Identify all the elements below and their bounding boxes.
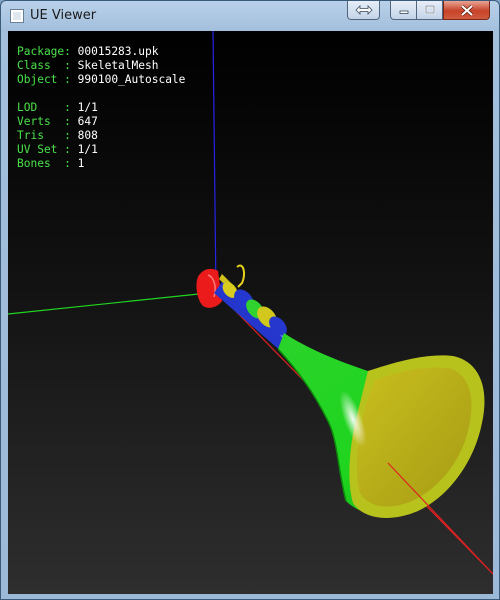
info-bones: Bones : 1 xyxy=(17,157,185,171)
resize-icon xyxy=(354,5,373,15)
app-icon xyxy=(10,9,24,23)
info-tris: Tris : 808 xyxy=(17,129,185,143)
resize-button[interactable] xyxy=(347,1,380,20)
info-bones-value: 1 xyxy=(77,157,85,170)
info-bones-label: Bones : xyxy=(17,157,71,170)
info-object: Object : 990100_Autoscale xyxy=(17,73,185,87)
info-package: Package: 00015283.upk xyxy=(17,45,185,59)
info-uvset: UV Set : 1/1 xyxy=(17,143,185,157)
mesh-info-panel: Package: 00015283.upk Class : SkeletalMe… xyxy=(17,45,185,171)
title-bar[interactable]: UE Viewer xyxy=(1,1,499,31)
info-verts-value: 647 xyxy=(77,115,98,128)
info-class: Class : SkeletalMesh xyxy=(17,59,185,73)
app-window: UE Viewer Package: 00015283.upk Class: … xyxy=(0,0,500,600)
maximize-icon xyxy=(424,5,436,15)
info-verts-label: Verts : xyxy=(17,115,71,128)
info-object-label: Object : xyxy=(17,73,71,86)
maximize-button[interactable] xyxy=(417,1,443,20)
info-verts: Verts : 647 xyxy=(17,115,185,129)
info-tris-value: 808 xyxy=(77,129,98,142)
info-lod-label: LOD : xyxy=(17,101,71,114)
info-lod-value: 1/1 xyxy=(77,101,98,114)
info-class-label: Class : xyxy=(17,59,71,72)
minimize-button[interactable] xyxy=(390,1,417,20)
info-package-label: Package: xyxy=(17,45,71,58)
info-package-value: 00015283.upk xyxy=(77,45,159,58)
info-tris-label: Tris : xyxy=(17,129,71,142)
close-icon xyxy=(460,4,474,16)
info-object-value: 990100_Autoscale xyxy=(77,73,186,86)
info-class-value: SkeletalMesh xyxy=(77,59,159,72)
info-uvset-label: UV Set : xyxy=(17,143,71,156)
y-axis-line xyxy=(8,291,219,315)
z-axis-line xyxy=(212,31,217,294)
info-uvset-value: 1/1 xyxy=(77,143,98,156)
hook-part xyxy=(236,264,246,288)
render-viewport[interactable]: Package: 00015283.upk Class : SkeletalMe… xyxy=(8,31,493,594)
close-button[interactable] xyxy=(443,1,490,20)
window-title: UE Viewer xyxy=(30,8,97,23)
bell-face xyxy=(357,367,472,507)
minimize-icon xyxy=(398,5,410,15)
info-lod: LOD : 1/1 xyxy=(17,101,185,115)
